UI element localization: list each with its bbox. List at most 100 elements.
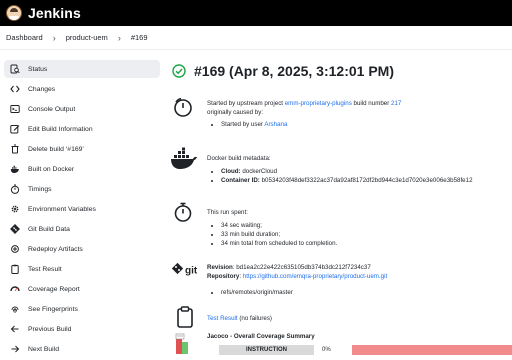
- arrow-right-icon: [10, 344, 20, 354]
- gauge-icon: [10, 284, 20, 294]
- clipboard-icon: [10, 264, 20, 274]
- timing-build-duration: 33 min build duration;: [221, 230, 512, 239]
- page-title: #169 (Apr 8, 2025, 3:12:01 PM): [194, 63, 394, 79]
- docker-heading: Docker build metadata:: [207, 155, 271, 162]
- code-icon: [10, 84, 20, 94]
- breadcrumb-build[interactable]: #169: [131, 33, 148, 42]
- breadcrumb-dashboard[interactable]: Dashboard: [6, 33, 43, 42]
- sidebar-item-label: Built on Docker: [28, 165, 75, 173]
- sidebar-item-console-output[interactable]: Console Output: [4, 100, 160, 118]
- test-result-suffix: (no failures): [237, 315, 272, 322]
- cause-middle: build number: [351, 100, 392, 107]
- sidebar-item-label: Edit Build Information: [28, 125, 93, 133]
- cause-line: Started by upstream project emm-propriet…: [207, 99, 512, 108]
- sidebar-item-environment-variables[interactable]: Environment Variables: [4, 200, 160, 218]
- sidebar-item-previous-build[interactable]: Previous Build: [4, 320, 160, 338]
- build-title-row: #169 (Apr 8, 2025, 3:12:01 PM): [172, 58, 512, 84]
- sidebar-item-label: Test Result: [28, 265, 62, 273]
- timing-total: 34 min total from scheduled to completio…: [221, 239, 512, 248]
- sidebar-item-label: Status: [28, 65, 48, 73]
- jenkins-logo-icon[interactable]: [6, 5, 22, 21]
- docker-container-item: Container ID: b0534203f48def3322ac37da92…: [221, 176, 512, 185]
- git-revision-line: Revision: bd1ea2c22e422c635105db374b3dc2…: [207, 263, 512, 272]
- success-check-icon: [172, 64, 186, 78]
- redeploy-icon: [10, 244, 20, 254]
- sidebar-item-label: See Fingerprints: [28, 305, 78, 313]
- svg-text:git: git: [185, 266, 198, 277]
- cause-user-prefix: Started by user: [221, 121, 265, 128]
- sidebar-item-see-fingerprints[interactable]: See Fingerprints: [4, 300, 160, 318]
- git-repository-label: Repository: [207, 273, 240, 280]
- edit-icon: [10, 124, 20, 134]
- coverage-bar: [352, 345, 512, 355]
- docker-cloud-value: dockerCloud: [240, 168, 278, 175]
- sidebar-item-built-on-docker[interactable]: Built on Docker: [4, 160, 160, 178]
- sidebar-item-label: Git Build Data: [28, 225, 70, 233]
- cause-prefix: Started by upstream project: [207, 100, 285, 107]
- cause-originally: originally caused by:: [207, 109, 264, 116]
- sidebar-item-label: Changes: [28, 85, 56, 93]
- sidebar-item-coverage-report[interactable]: Coverage Report: [4, 280, 160, 298]
- sidebar: Status Changes Console Output Edit Build…: [4, 60, 160, 360]
- sidebar-item-test-result[interactable]: Test Result: [4, 260, 160, 278]
- sidebar-item-edit-build-information[interactable]: Edit Build Information: [4, 120, 160, 138]
- git-revision-label: Revision: [207, 264, 233, 271]
- git-revision-value: : bd1ea2c22e422c635105db374b3dc212f7234c…: [232, 264, 371, 271]
- docker-cloud-item: Cloud: dockerCloud: [221, 167, 512, 176]
- clipboard-icon: [177, 306, 193, 328]
- trash-icon: [10, 144, 20, 154]
- docker-cloud-label: Cloud:: [221, 168, 241, 175]
- breadcrumb: Dashboard › product-uem › #169: [0, 26, 512, 50]
- build-main: #169 (Apr 8, 2025, 3:12:01 PM) Started b…: [171, 58, 512, 355]
- search-document-icon: [10, 64, 20, 74]
- terminal-icon: [10, 104, 20, 114]
- sidebar-item-redeploy-artifacts[interactable]: Redeploy Artifacts: [4, 240, 160, 258]
- sidebar-item-label: Console Output: [28, 105, 76, 113]
- timing-waiting: 34 sec waiting;: [221, 221, 512, 230]
- sidebar-item-label: Coverage Report: [28, 285, 80, 293]
- stopwatch-icon: [10, 184, 20, 194]
- gear-icon: [10, 204, 20, 214]
- breadcrumb-separator-icon: ›: [52, 32, 56, 43]
- coverage-title: Jacoco - Overall Coverage Summary: [207, 333, 315, 340]
- test-result-line: Test Result (no failures): [207, 314, 512, 323]
- docker-container-label: Container ID:: [221, 177, 260, 184]
- sidebar-item-label: Environment Variables: [28, 205, 96, 213]
- sidebar-item-label: Next Build: [28, 345, 59, 353]
- arrow-left-icon: [10, 324, 20, 334]
- git-icon: [10, 224, 20, 234]
- git-ref: refs/remotes/origin/master: [221, 288, 512, 297]
- sidebar-item-status[interactable]: Status: [4, 60, 160, 78]
- timing-heading: This run spent:: [207, 209, 248, 216]
- header-bar: Jenkins: [0, 0, 512, 26]
- stopwatch-icon: [174, 202, 192, 222]
- upstream-project-link[interactable]: emm-proprietary-plugins: [285, 100, 352, 107]
- sidebar-item-git-build-data[interactable]: Git Build Data: [4, 220, 160, 238]
- coverage-row: INSTRUCTION 0%: [172, 345, 512, 359]
- test-result-link[interactable]: Test Result: [207, 315, 238, 322]
- sidebar-item-label: Delete build ‘#169’: [28, 145, 84, 153]
- user-link[interactable]: Arshana: [264, 121, 287, 128]
- timer-icon: [174, 97, 192, 117]
- breadcrumb-separator-icon: ›: [117, 32, 121, 43]
- sidebar-item-delete-build[interactable]: Delete build ‘#169’: [4, 140, 160, 158]
- fingerprint-icon: [10, 304, 20, 314]
- sidebar-item-timings[interactable]: Timings: [4, 180, 160, 198]
- sidebar-item-label: Previous Build: [28, 325, 72, 333]
- git-logo-icon: git: [172, 263, 198, 277]
- sidebar-item-label: Timings: [28, 185, 52, 193]
- docker-container-value: b0534203f48def3322ac37da92af8172df2bd944…: [259, 177, 473, 184]
- git-repository-link[interactable]: https://github.com/emqra-proprietary/pro…: [243, 273, 387, 280]
- git-repository-line: Repository: https://github.com/emqra-pro…: [207, 272, 512, 281]
- cause-user-item: Started by user Arshana: [221, 120, 512, 129]
- docker-whale-icon: [171, 147, 197, 169]
- coverage-percent: 0%: [322, 347, 331, 353]
- sidebar-item-next-build[interactable]: Next Build: [4, 340, 160, 358]
- coverage-metric-label: INSTRUCTION: [219, 345, 314, 355]
- breadcrumb-project[interactable]: product-uem: [66, 33, 108, 42]
- upstream-build-link[interactable]: 217: [391, 100, 401, 107]
- docker-icon: [10, 164, 20, 174]
- sidebar-item-label: Redeploy Artifacts: [28, 245, 83, 253]
- sidebar-item-changes[interactable]: Changes: [4, 80, 160, 98]
- brand-name[interactable]: Jenkins: [28, 5, 81, 21]
